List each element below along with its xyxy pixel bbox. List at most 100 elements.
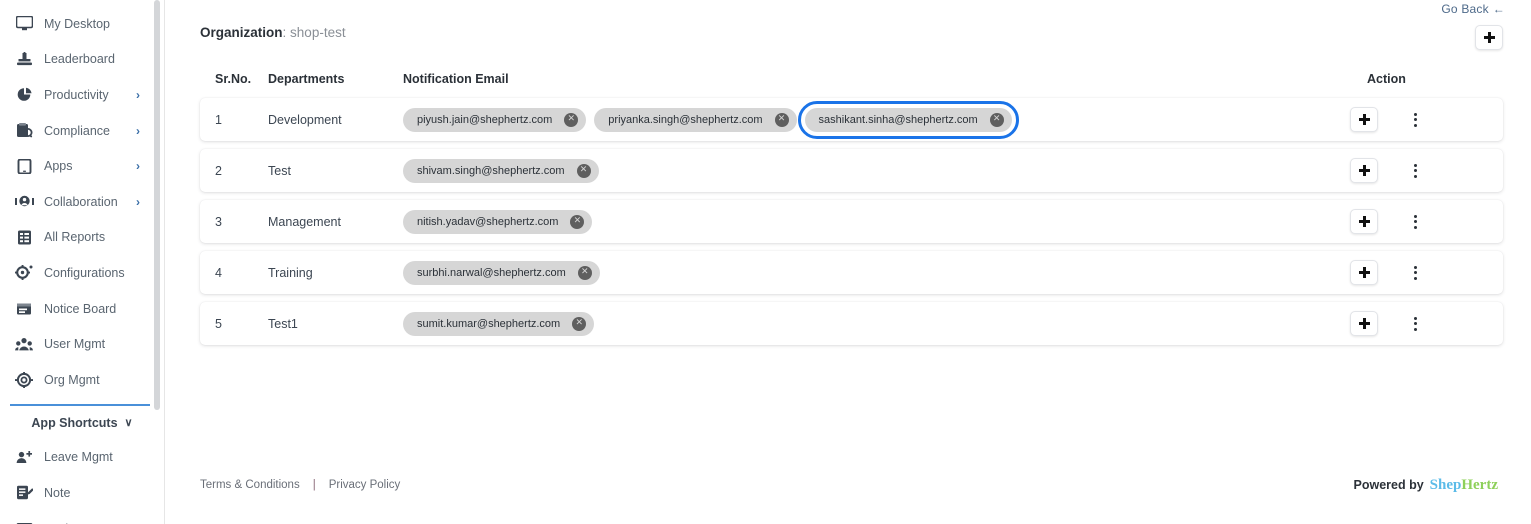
privacy-policy-link[interactable]: Privacy Policy (329, 479, 401, 491)
go-back-label: Go Back (1441, 2, 1489, 16)
note-edit-icon (14, 484, 34, 502)
remove-email-icon[interactable]: ✕ (774, 112, 789, 127)
table-row: 5 Test1 sumit.kumar@shephertz.com ✕ (200, 302, 1503, 345)
sidebar-item-label: Apps (44, 159, 73, 174)
cell-action (1278, 209, 1503, 234)
add-email-button[interactable] (1350, 107, 1378, 132)
sidebar-item-all-reports[interactable]: All Reports (0, 220, 164, 256)
vault-icon (14, 520, 34, 524)
row-more-menu-icon[interactable] (1406, 314, 1424, 334)
email-chip-label: sumit.kumar@shephertz.com (417, 317, 561, 330)
chevron-right-icon: › (136, 123, 140, 138)
cell-action (1278, 260, 1503, 285)
sidebar-item-leave-mgmt[interactable]: Leave Mgmt (0, 440, 164, 476)
plus-icon (1358, 318, 1370, 329)
email-chip[interactable]: surbhi.narwal@shephertz.com ✕ (403, 260, 600, 285)
add-email-button[interactable] (1350, 209, 1378, 234)
email-chip[interactable]: sashikant.sinha@shephertz.com ✕ (797, 100, 1019, 139)
sidebar-item-leaderboard[interactable]: Leaderboard (0, 42, 164, 78)
remove-email-icon[interactable]: ✕ (564, 112, 579, 127)
remove-email-icon[interactable]: ✕ (572, 316, 587, 331)
go-back-link[interactable]: Go Back ← (1441, 2, 1505, 16)
cell-notification-emails: sumit.kumar@shephertz.com ✕ (403, 311, 1278, 336)
arrow-left-icon: ← (1492, 2, 1505, 16)
sidebar-item-productivity[interactable]: Productivity › (0, 77, 164, 113)
chevron-right-icon: › (136, 194, 140, 209)
email-chip[interactable]: piyush.jain@shephertz.com ✕ (403, 107, 587, 132)
gear-icon (14, 264, 34, 282)
clipboard-search-icon (14, 122, 34, 140)
email-chip-label: nitish.yadav@shephertz.com (417, 215, 559, 228)
cell-department: Test1 (268, 316, 298, 331)
table-row: 3 Management nitish.yadav@shephertz.com ✕ (200, 200, 1503, 243)
add-email-button[interactable] (1350, 260, 1378, 285)
sidebar-item-notice-board[interactable]: Notice Board (0, 291, 164, 327)
sidebar-item-label: Collaboration (44, 194, 118, 209)
sidebar-item-label: Notice Board (44, 301, 117, 316)
chevron-right-icon: › (136, 159, 140, 174)
cell-notification-emails: surbhi.narwal@shephertz.com ✕ (403, 260, 1278, 285)
app-root: My Desktop Leaderboard Productivity › Co… (0, 0, 1531, 524)
sidebar-item-label: Leaderboard (44, 52, 115, 67)
sidebar-item-compliance[interactable]: Compliance › (0, 113, 164, 149)
column-header-departments: Departments (268, 72, 345, 86)
email-chip[interactable]: nitish.yadav@shephertz.com ✕ (403, 209, 593, 234)
cell-srno: 5 (215, 316, 222, 331)
sidebar-item-my-desktop[interactable]: My Desktop (0, 6, 164, 42)
plus-icon (1483, 32, 1495, 43)
sidebar-item-user-mgmt[interactable]: User Mgmt (0, 326, 164, 362)
table-row: 1 Development piyush.jain@shephertz.com ✕ pr… (200, 98, 1503, 141)
brand-part-two: Hertz (1461, 477, 1498, 493)
sidebar-scroll-area: My Desktop Leaderboard Productivity › Co… (0, 0, 164, 524)
row-more-menu-icon[interactable] (1406, 110, 1424, 130)
sidebar-item-configurations[interactable]: Configurations (0, 255, 164, 291)
email-chip[interactable]: sumit.kumar@shephertz.com ✕ (403, 311, 595, 336)
powered-by-label: Powered by (1353, 478, 1424, 492)
trophy-icon (14, 50, 34, 68)
remove-email-icon[interactable]: ✕ (577, 265, 592, 280)
tablet-icon (14, 157, 34, 175)
people-chat-icon (14, 193, 34, 211)
sidebar-item-vault[interactable]: Vault (0, 511, 164, 524)
column-header-srno: Sr.No. (215, 72, 252, 86)
remove-email-icon[interactable]: ✕ (989, 112, 1004, 127)
add-email-button[interactable] (1350, 158, 1378, 183)
sidebar-item-apps[interactable]: Apps › (0, 148, 164, 184)
terms-and-conditions-link[interactable]: Terms & Conditions (200, 479, 300, 491)
cell-srno: 2 (215, 163, 222, 178)
remove-email-icon[interactable]: ✕ (576, 163, 591, 178)
plus-icon (1358, 114, 1370, 125)
plus-icon (1358, 267, 1370, 278)
email-chip[interactable]: priyanka.singh@shephertz.com ✕ (594, 107, 797, 132)
cell-action (1278, 158, 1503, 183)
add-email-button[interactable] (1350, 311, 1378, 336)
email-chip[interactable]: shivam.singh@shephertz.com ✕ (403, 158, 599, 183)
organization-value: shop-test (290, 25, 346, 40)
cell-srno: 4 (215, 265, 222, 280)
cell-department: Development (268, 112, 342, 127)
email-chip-label: priyanka.singh@shephertz.com (608, 113, 763, 126)
cell-notification-emails: nitish.yadav@shephertz.com ✕ (403, 209, 1278, 234)
sidebar-item-label: Compliance (44, 123, 111, 138)
sidebar-item-note[interactable]: Note (0, 475, 164, 511)
add-department-button[interactable] (1475, 25, 1503, 50)
pie-chart-icon (14, 86, 34, 104)
row-more-menu-icon[interactable] (1406, 263, 1424, 283)
sidebar-section-app-shortcuts[interactable]: App Shortcuts ∨ (0, 406, 164, 440)
sidebar-item-collaboration[interactable]: Collaboration › (0, 184, 164, 220)
row-more-menu-icon[interactable] (1406, 161, 1424, 181)
sidebar-item-label: User Mgmt (44, 337, 106, 352)
shephertz-logo: ShepHertz (1430, 477, 1498, 494)
sidebar-item-org-mgmt[interactable]: Org Mgmt (0, 362, 164, 398)
cell-department: Training (268, 265, 313, 280)
sidebar-item-label: Leave Mgmt (44, 450, 113, 465)
monitor-icon (14, 15, 34, 33)
cell-action (1278, 107, 1503, 132)
org-gear-icon (14, 371, 34, 389)
sidebar-scrollbar-thumb[interactable] (154, 0, 160, 410)
organization-separator: : (282, 25, 287, 40)
departments-table: Sr.No. Departments Notification Email Ac… (200, 60, 1503, 353)
row-more-menu-icon[interactable] (1406, 212, 1424, 232)
remove-email-icon[interactable]: ✕ (570, 214, 585, 229)
plus-icon (1358, 165, 1370, 176)
